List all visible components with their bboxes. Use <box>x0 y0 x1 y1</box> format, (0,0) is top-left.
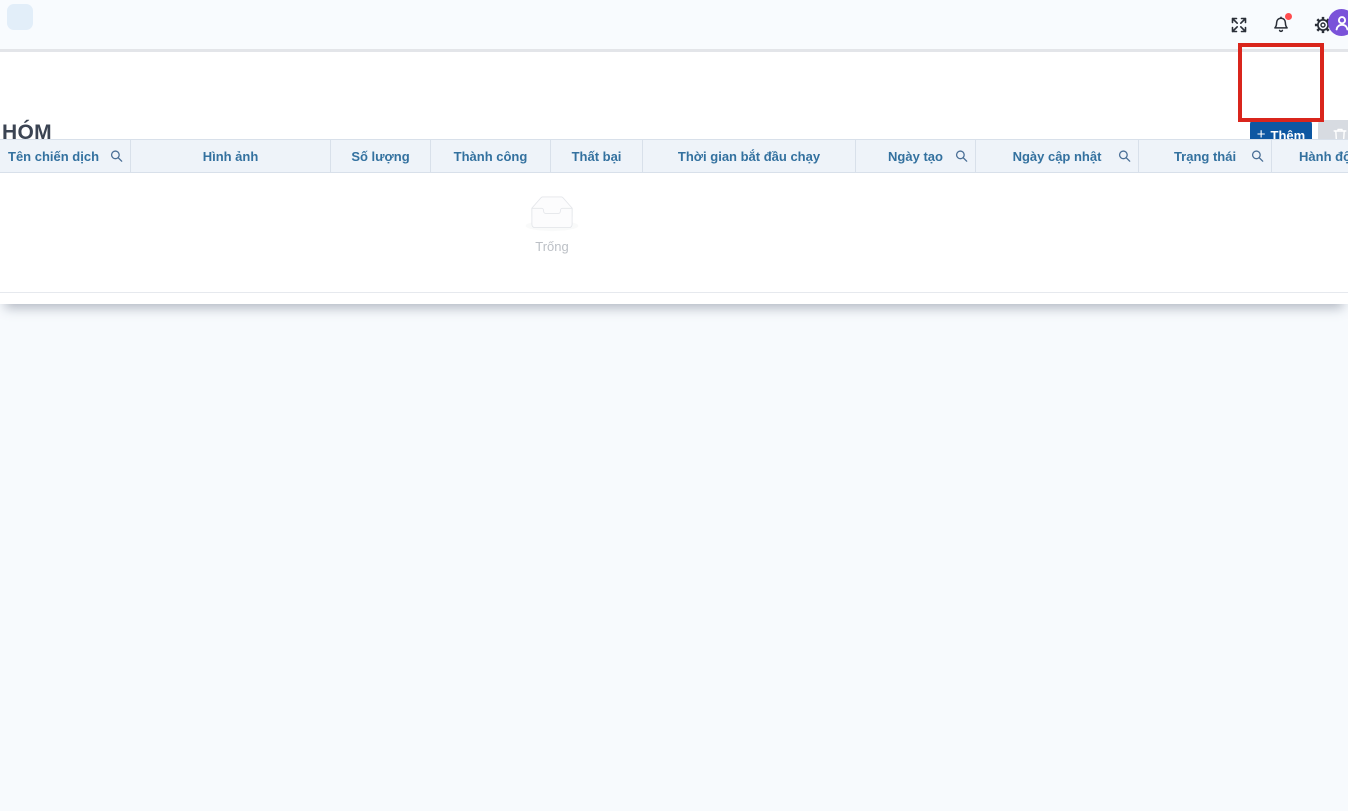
column-header-8[interactable]: Ngày cập nhật <box>976 140 1139 172</box>
user-icon <box>1335 15 1348 30</box>
column-header-1[interactable]: Tên chiến dịch <box>0 140 131 172</box>
topbar <box>0 0 1348 49</box>
campaigns-table: Tên chiến dịch Hình ảnh Số lượng Thành c… <box>0 139 1348 293</box>
fullscreen-button[interactable] <box>1222 8 1256 42</box>
content-card: HÓM + Thêm Tên chiến dịch Hình ảnh Số lư… <box>0 52 1348 304</box>
column-label: Hình ảnh <box>202 148 259 164</box>
column-label: Thành công <box>453 148 528 164</box>
notifications-button[interactable] <box>1264 8 1298 42</box>
column-label: Thất bại <box>571 148 622 164</box>
fullscreen-icon <box>1231 17 1247 32</box>
empty-text: Trống <box>535 239 569 254</box>
column-header-9[interactable]: Trạng thái <box>1139 140 1272 172</box>
search-icon[interactable] <box>1251 150 1264 163</box>
table-header-row: Tên chiến dịch Hình ảnh Số lượng Thành c… <box>0 139 1348 173</box>
column-header-3[interactable]: Số lượng <box>331 140 431 172</box>
page: HÓM + Thêm Tên chiến dịch Hình ảnh Số lư… <box>0 0 1348 811</box>
app-logo-faint <box>7 4 33 30</box>
search-icon[interactable] <box>955 150 968 163</box>
column-header-6[interactable]: Thời gian bắt đầu chạy <box>643 140 856 172</box>
notification-dot <box>1285 12 1292 20</box>
search-icon[interactable] <box>1118 150 1131 163</box>
empty-state: Trống <box>524 196 580 254</box>
column-label: Ngày cập nhật <box>1012 148 1102 164</box>
column-header-7[interactable]: Ngày tạo <box>856 140 976 172</box>
table-body-empty: Trống <box>0 173 1348 293</box>
empty-inbox-icon <box>525 196 579 232</box>
column-label: Trạng thái <box>1173 148 1237 164</box>
column-label: Hành động <box>1299 148 1348 164</box>
column-label: Ngày tạo <box>888 148 943 164</box>
search-icon[interactable] <box>110 150 123 163</box>
user-avatar[interactable] <box>1328 9 1348 36</box>
column-header-2[interactable]: Hình ảnh <box>131 140 331 172</box>
column-header-5[interactable]: Thất bại <box>551 140 643 172</box>
column-header-4[interactable]: Thành công <box>431 140 551 172</box>
column-label: Số lượng <box>351 148 410 164</box>
column-label: Tên chiến dịch <box>8 148 100 164</box>
column-header-10[interactable]: Hành động <box>1272 140 1348 172</box>
column-label: Thời gian bắt đầu chạy <box>677 148 821 164</box>
